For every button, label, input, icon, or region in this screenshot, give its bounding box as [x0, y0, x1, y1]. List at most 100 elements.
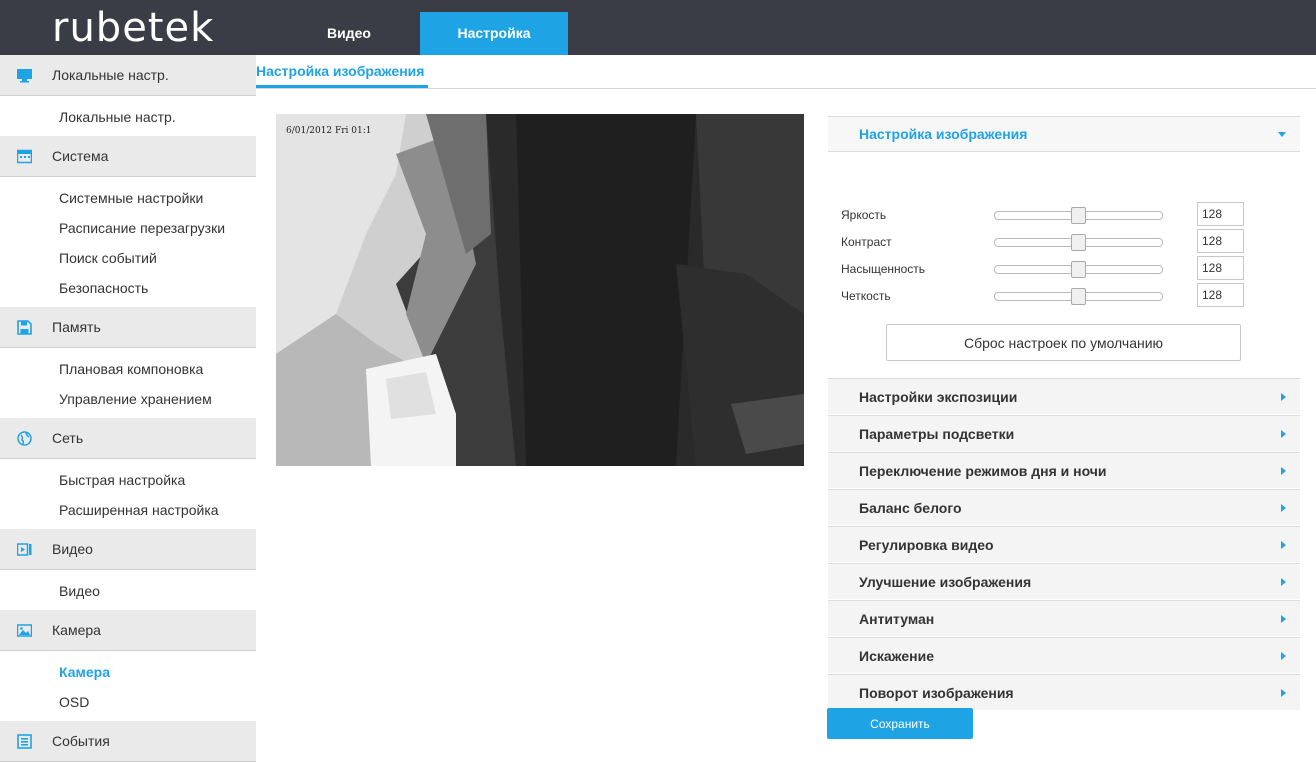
saturation-slider[interactable] — [994, 261, 1163, 278]
image-settings-body: Яркость Контраст Насыщенность Четкость С… — [828, 152, 1300, 361]
slider-label: Контраст — [841, 235, 892, 249]
sidebar-category-network[interactable]: Сеть — [0, 418, 256, 459]
events-icon — [17, 733, 32, 749]
sidebar-item-security[interactable]: Безопасность — [0, 273, 256, 303]
slider-thumb[interactable] — [1071, 261, 1086, 278]
accordion-white-balance[interactable]: Баланс белого — [828, 489, 1300, 526]
sidebar-category-label: Сеть — [52, 430, 84, 446]
camera-frame-image — [276, 114, 804, 466]
sidebar-category-local[interactable]: Локальные настр. — [0, 55, 256, 96]
top-bar: rubetek Видео Настройка — [0, 0, 1316, 55]
sidebar-item-osd[interactable]: OSD — [0, 687, 256, 717]
sidebar-subitems: Локальные настр. — [0, 96, 256, 136]
tab-video[interactable]: Видео — [278, 12, 420, 55]
accordion-title: Искажение — [859, 647, 935, 664]
sidebar-item-video[interactable]: Видео — [0, 576, 256, 606]
sidebar-item-advanced-setup[interactable]: Расширенная настройка — [0, 495, 256, 525]
system-icon — [16, 149, 33, 164]
accordion-title: Регулировка видео — [859, 536, 994, 553]
accordion-exposure[interactable]: Настройки экспозиции — [828, 378, 1300, 415]
page-title-bar: Настройка изображения — [256, 55, 1316, 89]
video-preview[interactable]: 6/01/2012 Fri 01:1 — [276, 114, 804, 466]
sidebar-subitems: Быстрая настройка Расширенная настройка — [0, 459, 256, 529]
sidebar-category-events[interactable]: События — [0, 721, 256, 762]
slider-thumb[interactable] — [1071, 288, 1086, 305]
sidebar-item-camera[interactable]: Камера — [0, 657, 256, 687]
sidebar-category-camera[interactable]: Камера — [0, 610, 256, 651]
sidebar-item-local-settings[interactable]: Локальные настр. — [0, 102, 256, 132]
contrast-slider[interactable] — [994, 234, 1163, 251]
accordion-image-enhancement[interactable]: Улучшение изображения — [828, 563, 1300, 600]
slider-row-saturation: Насыщенность — [828, 256, 1300, 282]
caret-right-icon — [1281, 688, 1286, 697]
sidebar: Локальные настр. Локальные настр. Систем… — [0, 55, 256, 762]
logo: rubetek — [52, 5, 215, 51]
accordion-video-adjustment[interactable]: Регулировка видео — [828, 526, 1300, 563]
sidebar-category-video[interactable]: Видео — [0, 529, 256, 570]
accordion-image-rotation[interactable]: Поворот изображения — [828, 674, 1300, 711]
sidebar-subitems: Видео — [0, 570, 256, 610]
accordion-distortion[interactable]: Искажение — [828, 637, 1300, 674]
collapsed-sections: Настройки экспозиции Параметры подсветки… — [828, 378, 1300, 711]
sidebar-item-record-schedule[interactable]: Плановая компоновка — [0, 354, 256, 384]
sidebar-category-system[interactable]: Система — [0, 136, 256, 177]
caret-right-icon — [1281, 651, 1286, 660]
sidebar-item-system-settings[interactable]: Системные настройки — [0, 183, 256, 213]
caret-right-icon — [1281, 503, 1286, 512]
accordion-defog[interactable]: Антитуман — [828, 600, 1300, 637]
osd-timestamp: 6/01/2012 Fri 01:1 — [286, 126, 372, 136]
monitor-icon — [17, 68, 32, 83]
caret-right-icon — [1281, 466, 1286, 475]
slider-row-sharpness: Четкость — [828, 283, 1300, 309]
sidebar-category-label: Камера — [52, 622, 101, 638]
accordion-title: Улучшение изображения — [859, 573, 1032, 590]
accordion-day-night[interactable]: Переключение режимов дня и ночи — [828, 452, 1300, 489]
settings-panel: Настройка изображения Яркость Контраст Н… — [828, 116, 1300, 711]
slider-row-contrast: Контраст — [828, 229, 1300, 255]
globe-icon — [17, 430, 32, 446]
tab-settings[interactable]: Настройка — [420, 12, 568, 55]
sidebar-item-event-search[interactable]: Поиск событий — [0, 243, 256, 273]
sidebar-category-label: Система — [52, 148, 109, 164]
reset-defaults-button[interactable]: Сброс настроек по умолчанию — [886, 324, 1241, 361]
sidebar-category-label: Память — [52, 319, 101, 335]
sidebar-subitems: Плановая компоновка Управление хранением — [0, 348, 256, 418]
brightness-slider[interactable] — [994, 207, 1163, 224]
sidebar-item-storage-management[interactable]: Управление хранением — [0, 384, 256, 414]
sidebar-category-storage[interactable]: Память — [0, 307, 256, 348]
caret-right-icon — [1281, 540, 1286, 549]
sidebar-category-label: Локальные настр. — [52, 67, 169, 83]
image-icon — [16, 623, 33, 638]
accordion-backlight[interactable]: Параметры подсветки — [828, 415, 1300, 452]
page-title[interactable]: Настройка изображения — [256, 63, 429, 88]
caret-right-icon — [1281, 392, 1286, 401]
caret-down-icon — [1278, 131, 1286, 137]
slider-thumb[interactable] — [1071, 234, 1086, 251]
slider-thumb[interactable] — [1071, 207, 1086, 224]
accordion-title: Настройка изображения — [859, 126, 1028, 142]
caret-right-icon — [1281, 614, 1286, 623]
sidebar-category-label: Видео — [52, 541, 93, 557]
slider-label: Четкость — [841, 289, 891, 303]
sidebar-subitems: Системные настройки Расписание перезагру… — [0, 177, 256, 307]
saturation-input[interactable] — [1197, 256, 1244, 280]
accordion-image-settings[interactable]: Настройка изображения — [828, 116, 1300, 152]
slider-label: Насыщенность — [841, 262, 926, 276]
accordion-title: Антитуман — [859, 610, 935, 627]
slider-row-brightness: Яркость — [828, 202, 1300, 228]
accordion-title: Переключение режимов дня и ночи — [859, 462, 1107, 479]
contrast-input[interactable] — [1197, 229, 1244, 253]
accordion-title: Баланс белого — [859, 499, 962, 516]
caret-right-icon — [1281, 429, 1286, 438]
sidebar-subitems: Камера OSD — [0, 651, 256, 721]
sidebar-item-quick-setup[interactable]: Быстрая настройка — [0, 465, 256, 495]
video-icon — [16, 542, 32, 557]
sharpness-input[interactable] — [1197, 283, 1244, 307]
accordion-title: Настройки экспозиции — [859, 388, 1018, 405]
sidebar-item-reboot-schedule[interactable]: Расписание перезагрузки — [0, 213, 256, 243]
accordion-title: Параметры подсветки — [859, 425, 1015, 442]
brightness-input[interactable] — [1197, 202, 1244, 226]
save-button[interactable]: Сохранить — [827, 708, 973, 739]
sharpness-slider[interactable] — [994, 288, 1163, 305]
slider-label: Яркость — [841, 208, 887, 222]
